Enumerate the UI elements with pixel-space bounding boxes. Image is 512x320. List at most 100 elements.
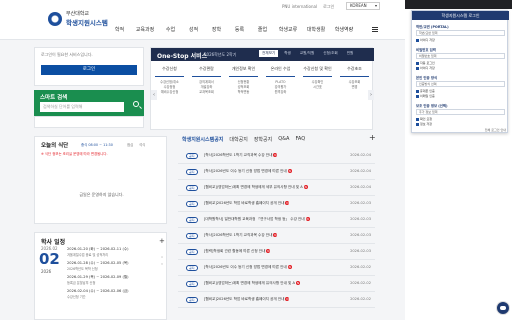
list-item[interactable]: 공지 [웹비교](영업하는)계획 변경에 학생에게 세부 유의사항 안내 및 A… — [178, 180, 375, 196]
schedule-item[interactable]: 2026-01-28 (수) ~ 2026-02-05 (목) 2026학년도 … — [67, 261, 159, 271]
onestop-col-head[interactable]: 개인정보 확인 — [225, 66, 262, 72]
meal-tab-lunch[interactable]: 점심 — [127, 142, 133, 147]
tab-qna[interactable]: Q&A — [278, 136, 289, 143]
notice-badge: 공지 — [186, 281, 198, 287]
plus-icon[interactable]: + — [159, 237, 165, 245]
auth-method-select[interactable]: 인증방식 선택 — [416, 81, 505, 87]
top-link-international[interactable]: PNU international — [282, 4, 317, 10]
nav-item-graduation[interactable]: 졸업 — [251, 26, 274, 33]
search-results-box — [34, 116, 144, 128]
password-field[interactable]: 비밀번호 입력 — [416, 53, 505, 59]
list-item[interactable]: 공지 [학사]2026년도 이수 등기 신청 방법 변경에 따른 안내 N 202… — [178, 260, 375, 276]
onestop-col-head[interactable]: 수강초조 — [336, 66, 373, 72]
checkbox-remember[interactable]: 아이디 저장 — [416, 66, 435, 70]
list-item[interactable]: 공지 [대학원학사] 일반대학원 교육과정 「연구사업 학생 등」 수강 안내 N… — [178, 212, 375, 228]
academic-schedule-card: 학사 일정 + 2026.02 02 2026 ˄ ˅ 2026-01-20 (… — [34, 232, 167, 320]
search-input[interactable]: 검색하실 단어를 입력해 — [40, 102, 124, 112]
nav-item-grades[interactable]: 성적 — [182, 26, 205, 33]
tab-scholarship-notice[interactable]: 장학공지 — [254, 136, 272, 143]
notice-title: [웹비교]2026년도 학업 바로학생 홈페이지 공개 안내 N — [204, 297, 290, 301]
schedule-item-text: 등록금 분할납부 신청 — [67, 281, 96, 285]
nav-item-exchange[interactable]: 학생교류 — [274, 26, 302, 33]
tab-student-notice[interactable]: 학생지원시스템공지 — [182, 136, 223, 143]
onestop-link[interactable]: 변경 — [336, 85, 373, 90]
nav-item-academic-record[interactable]: 학적 — [108, 26, 131, 33]
menu-icon[interactable] — [372, 27, 378, 32]
list-item[interactable]: 공지 [학사]2026학년도 1학기 교직과목 수강 안내 N 2026-02-0… — [178, 228, 375, 244]
new-icon: N — [287, 169, 292, 173]
chatbot-icon[interactable] — [496, 301, 510, 315]
tab-university-notice[interactable]: 대학공지 — [229, 136, 247, 143]
list-item[interactable]: 공지 [웹비교]2026년도 학업 바로학생 홈페이지 공개 안내 N 2026-… — [178, 292, 375, 308]
notice-badge: 공지 — [186, 297, 198, 303]
schedule-item-text: 2026학년도 복학 신청 — [67, 267, 98, 271]
tab-faq[interactable]: FAQ — [295, 136, 305, 143]
login-button[interactable]: 로그인 — [41, 65, 137, 75]
chevron-down-icon[interactable]: ˅ — [161, 262, 163, 269]
logo-system-name[interactable]: 학생지원시스템 — [66, 17, 108, 27]
extra-info-field[interactable]: 추가 정보 입력 — [416, 109, 505, 115]
logo-university-name[interactable]: 부산대학교 — [66, 10, 89, 17]
plus-icon[interactable]: + — [369, 133, 376, 142]
onestop-header: One-Stop 서비스 2026학년도 2학기 전체보기 학생 교원/직원 신… — [151, 48, 374, 61]
onestop-link[interactable]: 학적변동 — [225, 90, 262, 95]
top-link-login[interactable]: 로그인 — [323, 4, 334, 10]
new-icon: N — [266, 249, 271, 253]
popup-footer-link[interactable]: 전체 로그인 안내 — [412, 128, 509, 132]
nav-item-competency[interactable]: 학생역량 — [330, 26, 358, 33]
new-icon: N — [287, 265, 292, 269]
onestop-col-head[interactable]: 수강신청 및 확인 — [299, 66, 336, 72]
onestop-link[interactable]: 원격강좌 — [262, 90, 299, 95]
nav-item-registration[interactable]: 등록 — [228, 26, 251, 33]
onestop-col-head[interactable]: 수강편람 — [188, 66, 225, 72]
divider — [155, 76, 184, 77]
onestop-link[interactable]: 예비수강신청 — [151, 90, 188, 95]
onestop-tab-civil[interactable]: 민원 — [344, 50, 357, 57]
onestop-link[interactable]: 교과목조회 — [188, 90, 225, 95]
notice-date: 2026-02-03 — [350, 201, 371, 205]
checkbox-confirm[interactable]: 확인 요청 — [416, 117, 432, 121]
nav-item-campus-life[interactable]: 대학생활 — [302, 26, 330, 33]
onestop-link[interactable]: 시간표 — [299, 85, 336, 90]
checkbox-email-auth[interactable]: 이메일 인증 — [416, 94, 435, 98]
onestop-tab-staff[interactable]: 교원/직원 — [297, 50, 317, 57]
popup-header: 학생지원시스템 로그인 — [412, 11, 509, 20]
language-select[interactable]: KOREAN ▾ — [346, 2, 380, 10]
meal-warning: ※ 식단 정보는 조리실 운영에 따라 변경됩니다. — [41, 152, 108, 156]
meal-tab-dinner[interactable]: 석식 — [139, 142, 145, 147]
checkbox-phone-auth[interactable]: 휴대폰 인증 — [416, 89, 435, 93]
onestop-tab-all[interactable]: 전체보기 — [259, 50, 279, 57]
onestop-col-head[interactable]: 온라인 수업 — [262, 66, 299, 72]
list-item[interactable]: 공지 [학사]2026년도 이수 등기 신청 방법 변경에 따른 안내 N 202… — [178, 164, 375, 180]
schedule-year: 2026 — [41, 269, 52, 274]
nav-item-curriculum[interactable]: 교육과정 — [131, 26, 159, 33]
list-item[interactable]: 공지 [학사]2026학년도 1학기 교직과목 수강 안내 N 2026-02-0… — [178, 148, 375, 164]
onestop-tab-student[interactable]: 학생 — [281, 50, 294, 57]
id-field[interactable]: 학번/교번 입력 — [416, 30, 505, 36]
onestop-col: 온라인 수업 PLATO 강의평가 원격강좌 — [262, 66, 299, 95]
checkbox-save-info[interactable]: 정보 저장 — [416, 122, 432, 126]
popup-section-label: 본인 인증 방식 — [416, 76, 438, 80]
checkbox-save-id[interactable]: 아이디 저장 — [416, 38, 435, 42]
divider — [266, 76, 295, 77]
onestop-tab-apply[interactable]: 신청/조회 — [320, 50, 340, 57]
university-logo-icon[interactable] — [48, 12, 62, 26]
popup-section-label: 보조 인증 정보 (선택) — [416, 104, 448, 108]
onestop-col: 개인정보 확인 신청현황 성적조회 학적변동 — [225, 66, 262, 95]
schedule-title: 학사 일정 — [41, 239, 66, 246]
onestop-col-head[interactable]: 수강신청 — [151, 66, 188, 72]
search-icon[interactable] — [133, 101, 139, 107]
schedule-item[interactable]: 2026-02-04 (수) ~ 2026-02-06 (금) 수강신청 기간 — [67, 289, 159, 299]
schedule-list: 2026-01-20 (화) ~ 2026-02-11 (수) 겨울계절수업 종… — [67, 247, 159, 303]
notice-date: 2026-02-04 — [350, 169, 371, 173]
list-item[interactable]: 공지 [협력]학생회 관련 활동에 따른 신청 안내 N 2026-02-03 — [178, 244, 375, 260]
schedule-item[interactable]: 2026-01-29 (목) ~ 2026-02-09 (월) 등록금 분할납부… — [67, 275, 159, 285]
schedule-item[interactable]: 2026-01-20 (화) ~ 2026-02-11 (수) 겨울계절수업 종… — [67, 247, 159, 257]
divider — [340, 76, 369, 77]
nav-item-class[interactable]: 수업 — [159, 26, 182, 33]
chevron-up-icon[interactable]: ˄ — [161, 255, 163, 262]
list-item[interactable]: 공지 [웹비교]2026년도 학업 바로학생 홈페이지 공개 안내 N 2026-… — [178, 196, 375, 212]
list-item[interactable]: 공지 [웹비교](영업하는)계획 변경에 학생에게 유의사항 안내 및 AN 2… — [178, 276, 375, 292]
nav-item-scholarship[interactable]: 장학 — [205, 26, 228, 33]
checkbox-auto-login[interactable]: 자동 로그인 — [416, 61, 435, 65]
